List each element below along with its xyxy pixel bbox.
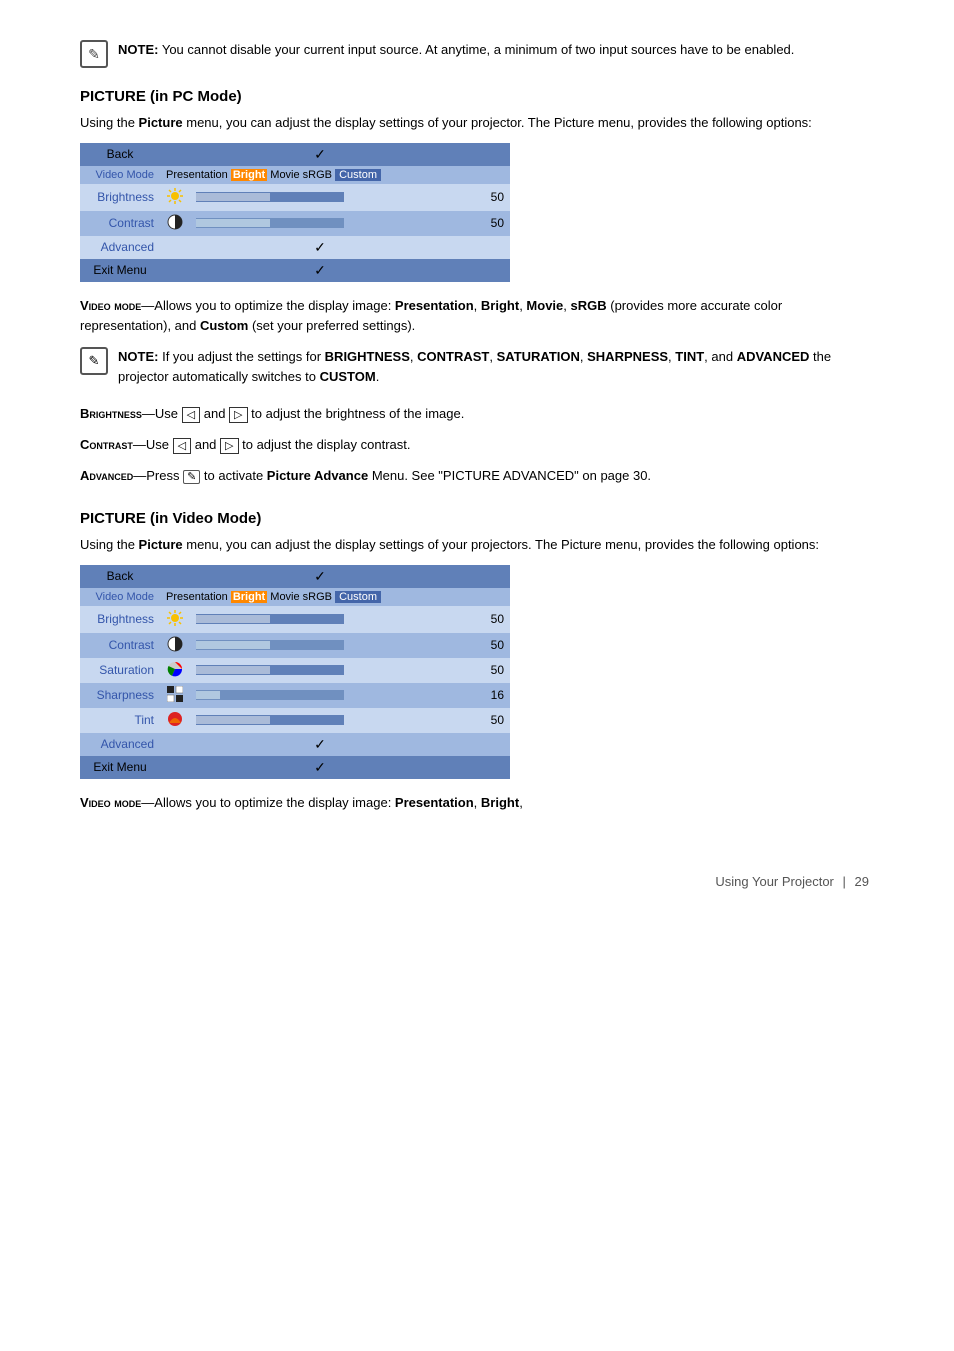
v-back-label: Back (80, 565, 160, 588)
v-menu-header-row: Video Mode Presentation Bright Movie sRG… (80, 588, 510, 606)
note1-text: NOTE: You cannot disable your current in… (118, 40, 794, 60)
v-brightness-value: 50 (480, 606, 510, 633)
v-sharpness-value: 16 (480, 683, 510, 708)
page-number: 29 (855, 874, 869, 889)
contrast-icon (160, 211, 190, 236)
v-advanced-label: Advanced (80, 733, 160, 756)
menu-back-row: Back ✓ (80, 143, 510, 166)
v-contrast-value: 50 (480, 633, 510, 658)
v-sharpness-bar (190, 683, 350, 708)
brightness-icon (160, 184, 190, 211)
pencil-icon2: ✎ (80, 347, 108, 375)
brightness-bar (190, 184, 350, 211)
page-footer: Using Your Projector | 29 (80, 874, 874, 889)
exit-row: Exit Menu ✓ (80, 259, 510, 282)
back-check: ✓ (160, 143, 480, 166)
video-mode-desc: Video mode—Allows you to optimize the di… (80, 296, 874, 338)
contrast-label: Contrast (80, 211, 160, 236)
v-back-check: ✓ (160, 565, 480, 588)
v-brightness-icon (160, 606, 190, 633)
v-brightness-row: Brightness 50 (80, 606, 510, 633)
advanced-check: ✓ (160, 236, 480, 259)
note2-box: ✎ NOTE: If you adjust the settings for B… (80, 347, 874, 386)
left-arrow: ◁ (182, 407, 200, 423)
v-saturation-label: Saturation (80, 658, 160, 683)
footer-text: Using Your Projector (715, 874, 834, 889)
v-contrast-label: Contrast (80, 633, 160, 658)
v-tint-value: 50 (480, 708, 510, 733)
v-saturation-value: 50 (480, 658, 510, 683)
advanced-row: Advanced ✓ (80, 236, 510, 259)
v-video-mode-header: Video Mode (80, 588, 160, 606)
menu-button-icon: ✎ (183, 470, 200, 484)
v-sharpness-label: Sharpness (80, 683, 160, 708)
pencil-icon: ✎ (80, 40, 108, 68)
contrast-value: 50 (480, 211, 510, 236)
v-exit-row: Exit Menu ✓ (80, 756, 510, 779)
v-exit-check: ✓ (160, 756, 480, 779)
v-tint-icon (160, 708, 190, 733)
video-mode-desc2: Video mode—Allows you to optimize the di… (80, 793, 874, 814)
v-tint-label: Tint (80, 708, 160, 733)
v-sharpness-icon (160, 683, 190, 708)
v-sharpness-row: Sharpness 16 (80, 683, 510, 708)
v-contrast-row: Contrast 50 (80, 633, 510, 658)
brightness-row: Brightness 50 (80, 184, 510, 211)
v-brightness-bar (190, 606, 350, 633)
video-menu-table: Back ✓ Video Mode Presentation Bright Mo… (80, 565, 510, 779)
brightness-value: 50 (480, 184, 510, 211)
video-mode-header: Video Mode (80, 166, 160, 184)
v-advanced-check: ✓ (160, 733, 480, 756)
brightness-desc: Brightness—Use ◁ and ▷ to adjust the bri… (80, 404, 874, 425)
v-advanced-row: Advanced ✓ (80, 733, 510, 756)
pc-mode-heading: PICTURE (in PC Mode) (80, 88, 874, 105)
v-contrast-icon (160, 633, 190, 658)
v-exit-label: Exit Menu (80, 756, 160, 779)
v-contrast-bar (190, 633, 350, 658)
pc-menu-table: Back ✓ Video Mode Presentation Bright Mo… (80, 143, 510, 282)
v-saturation-bar (190, 658, 350, 683)
advanced-desc: Advanced—Press ✎ to activate Picture Adv… (80, 466, 874, 487)
right-arrow: ▷ (229, 407, 247, 423)
v-saturation-icon (160, 658, 190, 683)
footer-separator: | (843, 874, 846, 889)
contrast-row: Contrast 50 (80, 211, 510, 236)
video-mode-heading: PICTURE (in Video Mode) (80, 510, 874, 527)
v-saturation-row: Saturation 50 (80, 658, 510, 683)
v-menu-back-row: Back ✓ (80, 565, 510, 588)
v-tint-bar (190, 708, 350, 733)
advanced-label: Advanced (80, 236, 160, 259)
back-label: Back (80, 143, 160, 166)
mode-options: Presentation Bright Movie sRGB Custom (160, 166, 480, 184)
note1-box: ✎ NOTE: You cannot disable your current … (80, 40, 874, 68)
v-tint-row: Tint 50 (80, 708, 510, 733)
contrast-bar (190, 211, 350, 236)
left-arrow2: ◁ (173, 438, 191, 454)
pc-mode-intro: Using the Picture menu, you can adjust t… (80, 113, 874, 133)
brightness-label: Brightness (80, 184, 160, 211)
v-mode-options: Presentation Bright Movie sRGB Custom (160, 588, 480, 606)
exit-check: ✓ (160, 259, 480, 282)
video-mode-intro: Using the Picture menu, you can adjust t… (80, 535, 874, 555)
v-brightness-label: Brightness (80, 606, 160, 633)
note2-text: NOTE: If you adjust the settings for Bri… (118, 347, 874, 386)
menu-header-row: Video Mode Presentation Bright Movie sRG… (80, 166, 510, 184)
right-arrow2: ▷ (220, 438, 238, 454)
contrast-desc: Contrast—Use ◁ and ▷ to adjust the displ… (80, 435, 874, 456)
exit-label: Exit Menu (80, 259, 160, 282)
